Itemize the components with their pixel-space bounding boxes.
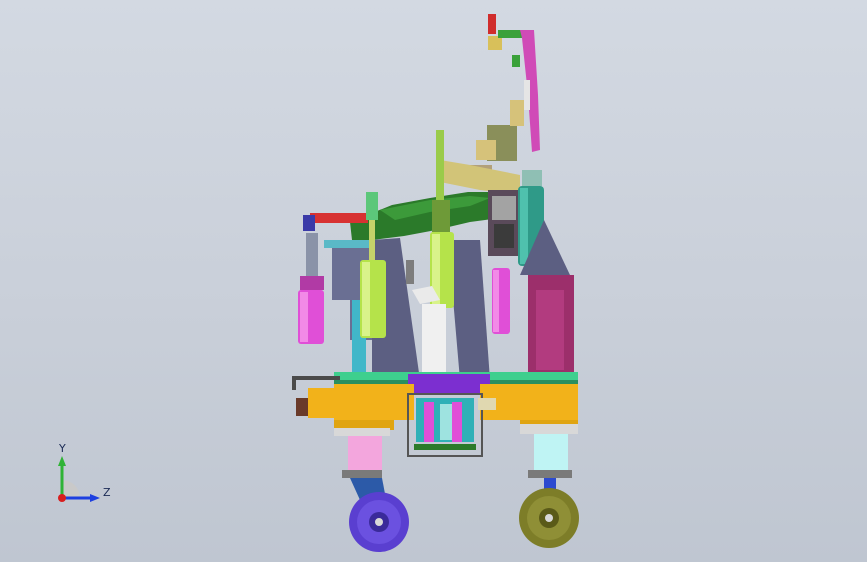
side-bracket [292,376,340,418]
axis-triad: Y Z [40,430,120,520]
triad-icon [58,456,100,502]
left-frame [303,213,490,380]
right-wheel [519,488,579,548]
upper-clamp-cluster [440,100,524,195]
y-axis-label: Y [59,442,66,455]
center-cage [407,393,496,457]
cad-viewport[interactable]: Y Z [0,0,867,562]
right-purple-cylinder [492,268,510,334]
z-axis-label: Z [103,486,111,499]
left-wheel [349,492,409,552]
cad-assembly-model[interactable] [0,0,867,562]
left-purple-cylinder [298,276,324,344]
